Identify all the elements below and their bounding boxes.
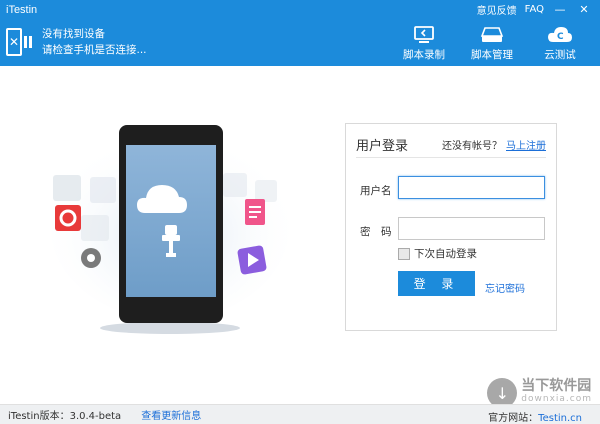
- password-input[interactable]: [398, 217, 545, 240]
- version-text: iTestin版本：3.0.4-beta: [8, 411, 122, 422]
- script-record-button[interactable]: 脚本录制: [390, 26, 458, 64]
- forgot-password-link[interactable]: 忘记密码: [485, 280, 525, 295]
- register-link[interactable]: 马上注册: [506, 141, 546, 152]
- window-controls: 意见反馈 FAQ — ✕: [477, 2, 600, 17]
- main-toolbar: 脚本录制 脚本管理 C 云测试: [390, 26, 594, 64]
- usb-plug-icon: [24, 36, 32, 48]
- auto-login-checkbox[interactable]: [398, 247, 410, 260]
- cloud-icon: C: [548, 27, 572, 42]
- login-panel: 用户登录 还没有帐号？ 马上注册 用户名 密 码 下次自动登录 登 录 忘记密码: [345, 123, 557, 331]
- feedback-link[interactable]: 意见反馈: [477, 2, 517, 17]
- svg-text:C: C: [557, 32, 564, 42]
- script-manage-label: 脚本管理: [471, 49, 513, 61]
- script-manage-button[interactable]: 脚本管理: [458, 26, 526, 64]
- login-title: 用户登录: [356, 139, 409, 154]
- phone-illustration: [45, 115, 295, 355]
- username-input[interactable]: [398, 176, 545, 199]
- minimize-button[interactable]: —: [552, 3, 568, 17]
- close-button[interactable]: ✕: [576, 3, 592, 17]
- username-label: 用户名: [360, 185, 392, 197]
- device-status-title: 没有找到设备: [42, 28, 105, 40]
- no-account-text: 还没有帐号？: [442, 141, 502, 152]
- watermark-cn: 当下软件园: [521, 378, 592, 394]
- password-label: 密 码: [360, 226, 392, 238]
- login-button[interactable]: 登 录: [398, 271, 475, 296]
- login-header: 用户登录 还没有帐号？ 马上注册: [356, 132, 546, 158]
- cloud-test-label: 云测试: [544, 49, 576, 61]
- status-footer: iTestin版本：3.0.4-beta 查看更新信息 官方网站：Testin.…: [0, 404, 600, 424]
- script-record-label: 脚本录制: [403, 49, 445, 61]
- drive-icon: [480, 27, 504, 42]
- auto-login-option[interactable]: 下次自动登录: [398, 246, 477, 261]
- illustration-graphic: [50, 125, 290, 334]
- site-link[interactable]: Testin.cn: [538, 413, 582, 424]
- phone-disconnected-icon: ✕: [6, 28, 22, 56]
- device-status: ✕ 没有找到设备 请检查手机是否连接...: [6, 26, 147, 58]
- auto-login-label: 下次自动登录: [414, 248, 477, 260]
- faq-link[interactable]: FAQ: [525, 4, 544, 15]
- app-title: iTestin: [6, 4, 38, 16]
- site-label: 官方网站：: [488, 413, 539, 424]
- top-bar: iTestin 意见反馈 FAQ — ✕ ✕ 没有找到设备 请检查手机是否连接.…: [0, 0, 600, 66]
- monitor-icon: [414, 26, 434, 43]
- device-status-hint: 请检查手机是否连接...: [42, 44, 147, 56]
- view-update-link[interactable]: 查看更新信息: [141, 407, 201, 422]
- cloud-test-button[interactable]: C 云测试: [526, 26, 594, 64]
